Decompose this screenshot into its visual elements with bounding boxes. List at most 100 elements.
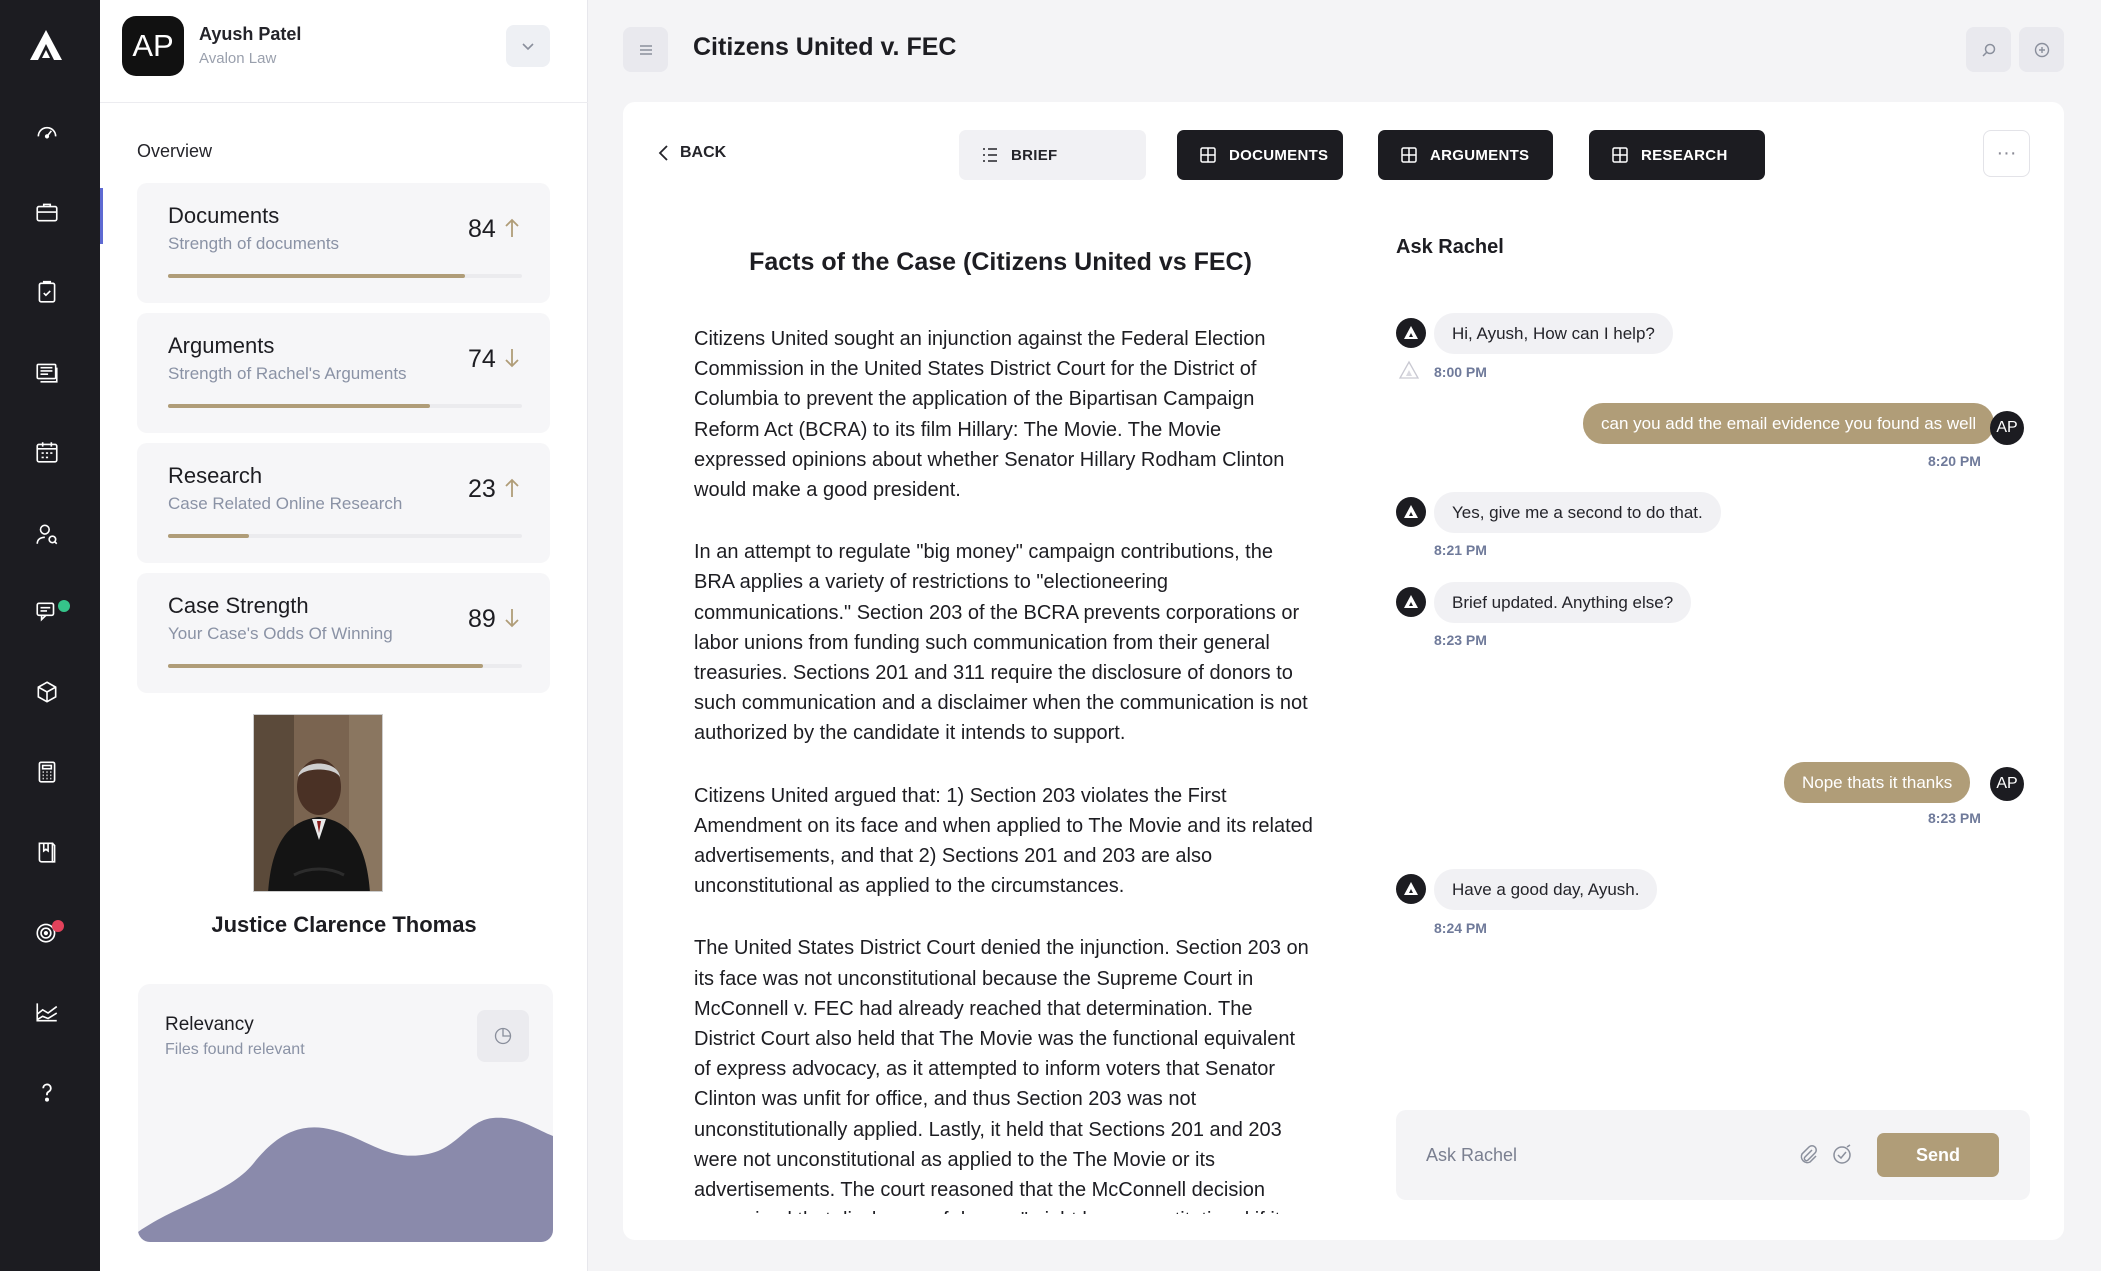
relevancy-card: Relevancy Files found relevant	[138, 984, 553, 1242]
avalon-logo-icon	[1404, 326, 1418, 339]
paperclip-icon[interactable]	[1796, 1143, 1820, 1167]
document-title: Facts of the Case (Citizens United vs FE…	[749, 248, 1252, 276]
rachel-avatar	[1396, 874, 1426, 904]
document-paragraph: The United States District Court denied …	[694, 937, 1309, 1214]
stat-card-progress-track	[168, 534, 522, 538]
arrow-up-icon	[505, 218, 519, 237]
arrow-down-icon	[505, 609, 519, 628]
grid-icon	[1200, 147, 1216, 163]
back-label: BACK	[680, 144, 727, 161]
voice-icon[interactable]	[1830, 1143, 1854, 1167]
user-avatar: AP	[1990, 411, 2024, 445]
message-time: 8:24 PM	[1434, 920, 1487, 936]
profile-header: AP Ayush Patel Avalon Law	[100, 0, 588, 103]
stat-card-subtitle: Strength of documents	[168, 234, 340, 253]
chat-composer: Send	[1396, 1110, 2030, 1200]
chart-icon[interactable]	[32, 997, 62, 1027]
documents-icon[interactable]	[32, 357, 62, 387]
chat-notification-dot	[58, 600, 70, 612]
stat-card-value: 74	[468, 345, 496, 373]
avalon-logo-icon[interactable]	[28, 28, 64, 64]
target-notification-dot	[52, 920, 64, 932]
document-body[interactable]: Citizens United sought an injunction aga…	[694, 324, 1314, 1214]
stat-card-title: Research	[168, 463, 263, 488]
chat-message-bot: Yes, give me a second to do that.	[1434, 492, 1721, 533]
tab-label: RESEARCH	[1641, 146, 1728, 164]
chat-message-user: can you add the email evidence you found…	[1583, 403, 1995, 444]
send-button[interactable]: Send	[1877, 1133, 1999, 1177]
menu-button[interactable]	[623, 27, 668, 72]
stat-card-progress-fill	[168, 534, 250, 538]
profile-dropdown-button[interactable]	[506, 25, 550, 67]
tab-brief[interactable]: BRIEF	[959, 130, 1146, 180]
message-time: 8:00 PM	[1434, 364, 1487, 380]
stat-card-progress-fill	[168, 664, 484, 668]
avalon-logo-icon	[1404, 882, 1418, 895]
overview-heading: Overview	[137, 141, 213, 161]
tab-label: DOCUMENTS	[1229, 146, 1329, 164]
chat-message-bot: Brief updated. Anything else?	[1434, 582, 1692, 623]
pie-chart-icon	[494, 1027, 512, 1045]
calendar-icon[interactable]	[32, 437, 62, 467]
chat-input[interactable]	[1426, 1140, 1786, 1170]
tab-documents[interactable]: DOCUMENTS	[1177, 130, 1343, 180]
document-paragraph: In an attempt to regulate "big money" ca…	[694, 541, 1308, 745]
package-icon[interactable]	[32, 677, 62, 707]
stat-card-title: Case Strength	[168, 593, 309, 618]
stat-card-arguments[interactable]: Arguments Strength of Rachel's Arguments…	[137, 313, 550, 433]
back-button[interactable]: BACK	[658, 144, 726, 162]
stat-card-value: 23	[468, 475, 496, 503]
relevancy-subtitle: Files found relevant	[165, 1041, 305, 1058]
avalon-logo-icon	[1404, 505, 1418, 518]
icon-rail	[0, 0, 100, 1271]
list-icon	[983, 148, 997, 162]
selected-indicator	[100, 188, 103, 244]
stat-card-subtitle: Your Case's Odds Of Winning	[168, 624, 393, 643]
tab-label: BRIEF	[1011, 146, 1058, 164]
stat-card-progress-fill	[168, 404, 430, 408]
profile-org: Avalon Law	[199, 50, 277, 67]
rachel-avatar	[1396, 497, 1426, 527]
relevancy-chart-button[interactable]	[477, 1010, 529, 1062]
chat-message-user: Nope thats it thanks	[1784, 762, 1971, 803]
calculator-icon[interactable]	[32, 757, 62, 787]
stat-card-documents[interactable]: Documents Strength of documents 84	[137, 183, 550, 303]
search-button[interactable]	[1966, 27, 2011, 72]
delivered-icon	[1398, 360, 1420, 379]
users-icon[interactable]	[32, 519, 62, 549]
judge-name: Justice Clarence Thomas	[211, 912, 477, 937]
clipboard-icon[interactable]	[32, 277, 62, 307]
stat-card-progress-track	[168, 664, 522, 668]
stat-card-case-strength[interactable]: Case Strength Your Case's Odds Of Winnin…	[137, 573, 550, 693]
dashboard-icon[interactable]	[32, 117, 62, 147]
grid-icon	[1612, 147, 1628, 163]
briefcase-icon[interactable]	[32, 197, 62, 227]
more-options-button[interactable]: ···	[1983, 130, 2030, 177]
stat-card-research[interactable]: Research Case Related Online Research 23	[137, 443, 550, 563]
stat-card-subtitle: Strength of Rachel's Arguments	[168, 364, 407, 383]
search-icon	[1981, 43, 1995, 57]
avatar[interactable]: AP	[122, 16, 184, 76]
left-panel: AP Ayush Patel Avalon Law Overview Docum…	[100, 0, 588, 1271]
plus-circle-icon	[2034, 42, 2049, 57]
judge-portrait	[253, 714, 383, 892]
document-paragraph: Citizens United argued that: 1) Section …	[694, 784, 1313, 898]
help-icon[interactable]	[32, 1077, 62, 1107]
chevron-down-icon	[522, 43, 534, 51]
chat-icon[interactable]	[32, 597, 62, 627]
chevron-left-icon	[658, 145, 668, 161]
tab-research[interactable]: RESEARCH	[1589, 130, 1765, 180]
tab-arguments[interactable]: ARGUMENTS	[1378, 130, 1553, 180]
profile-name: Ayush Patel	[199, 24, 302, 44]
add-button[interactable]	[2019, 27, 2064, 72]
rachel-avatar	[1396, 587, 1426, 617]
message-time: 8:23 PM	[1434, 632, 1487, 648]
chat-message-bot: Have a good day, Ayush.	[1434, 869, 1658, 910]
book-icon[interactable]	[32, 837, 62, 867]
stat-card-title: Arguments	[168, 333, 275, 358]
chat-title: Ask Rachel	[1396, 236, 1504, 258]
message-time: 8:21 PM	[1434, 542, 1487, 558]
stat-card-value: 89	[468, 605, 496, 633]
relevancy-title: Relevancy	[165, 1014, 254, 1035]
user-avatar: AP	[1990, 767, 2024, 801]
